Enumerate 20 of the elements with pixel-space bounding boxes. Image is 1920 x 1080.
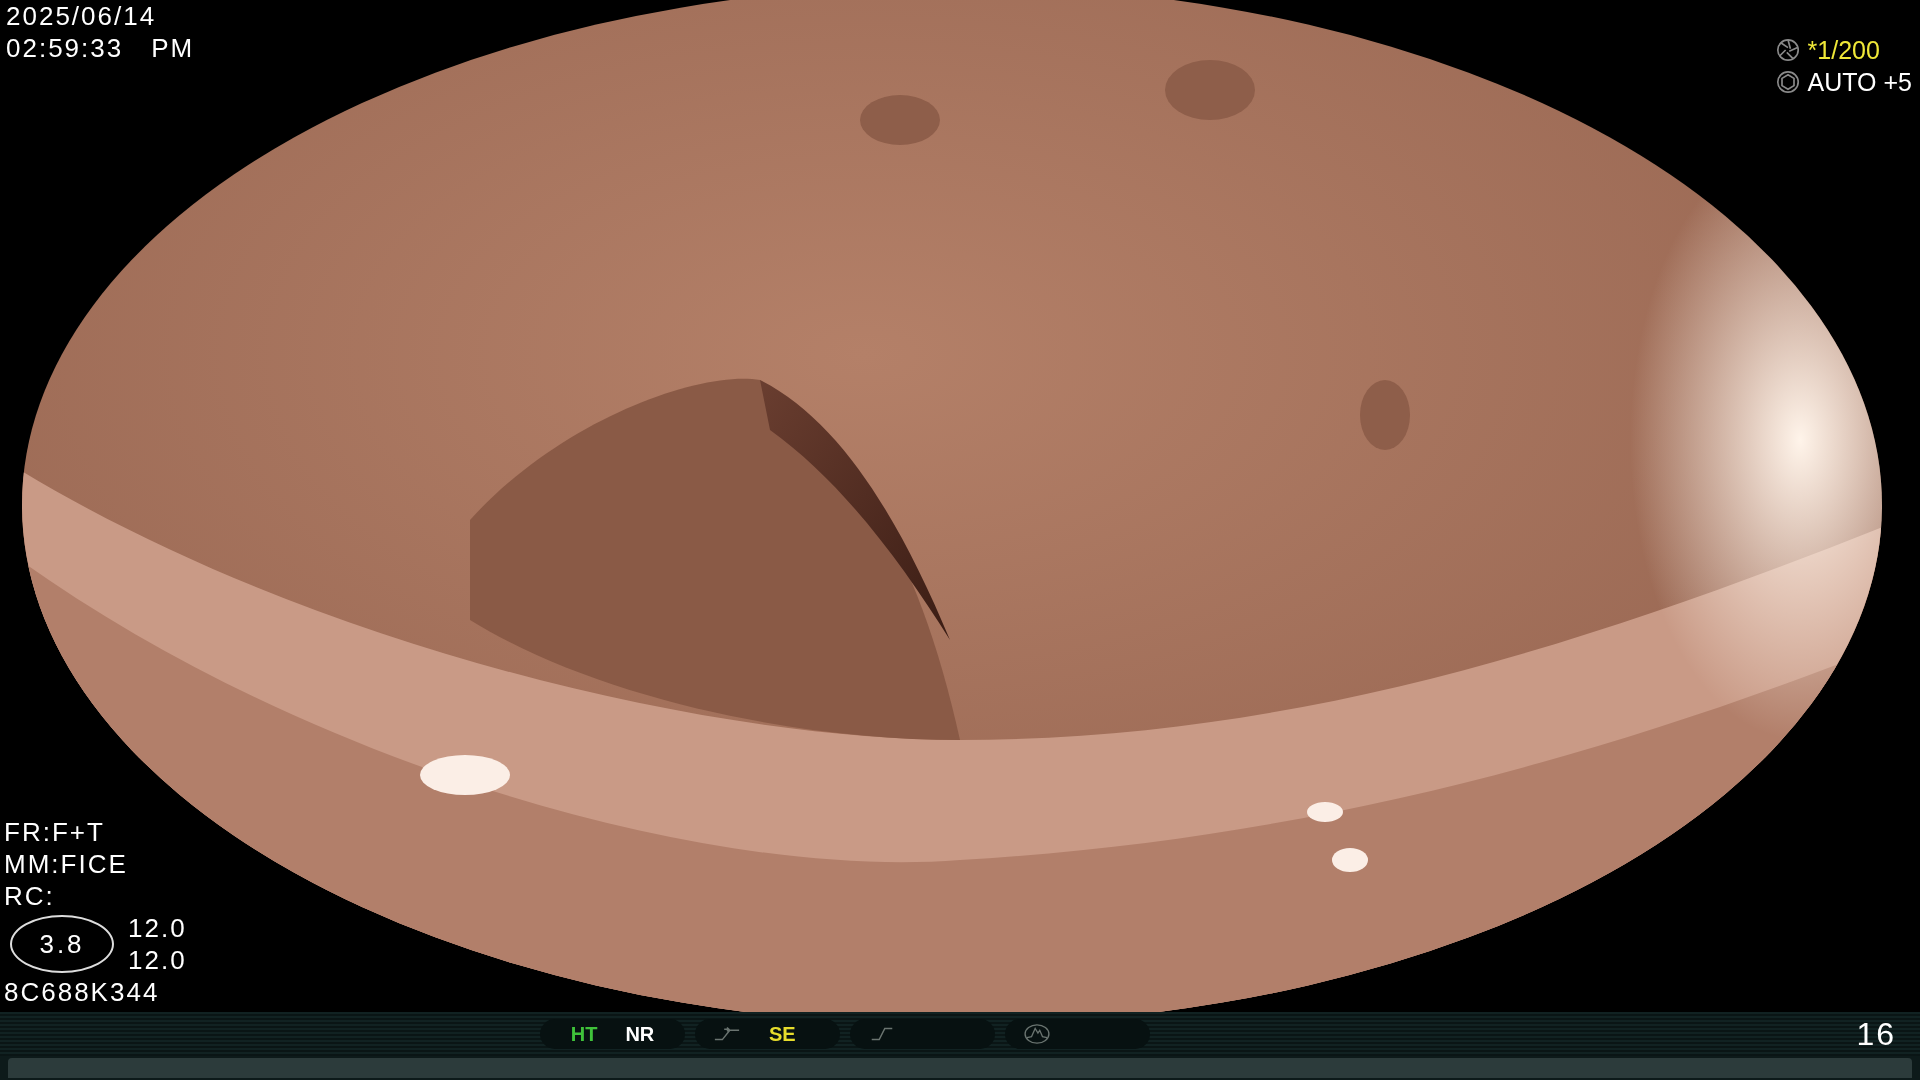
frame-counter: 16 bbox=[1856, 1015, 1896, 1053]
setting-text: RC: bbox=[4, 880, 56, 912]
scope-id-text: 8C688K344 bbox=[4, 976, 161, 1008]
function-label: HT bbox=[570, 1022, 598, 1046]
reading-text: 12.0 bbox=[128, 912, 187, 944]
function-label: NR bbox=[625, 1022, 655, 1046]
meridiem-text: PM bbox=[151, 32, 195, 64]
shutter-icon bbox=[1775, 38, 1800, 62]
zoom-value: 3.8 bbox=[10, 915, 114, 973]
setting-text: FR:F+T bbox=[4, 816, 106, 848]
time-text: 02:59:33 bbox=[6, 32, 124, 64]
date-text: 2025/06/14 bbox=[6, 0, 158, 32]
iris-icon bbox=[1775, 70, 1800, 94]
function-label: SE bbox=[769, 1022, 796, 1046]
reading-text: 12.0 bbox=[128, 944, 187, 976]
shutter-speed-text: *1/200 bbox=[1807, 35, 1880, 66]
setting-text: MM:FICE bbox=[4, 848, 129, 880]
iris-mode-text: AUTO +5 bbox=[1807, 67, 1912, 98]
waveform-icon bbox=[1023, 1023, 1051, 1045]
enhance-curve-icon bbox=[713, 1026, 741, 1042]
